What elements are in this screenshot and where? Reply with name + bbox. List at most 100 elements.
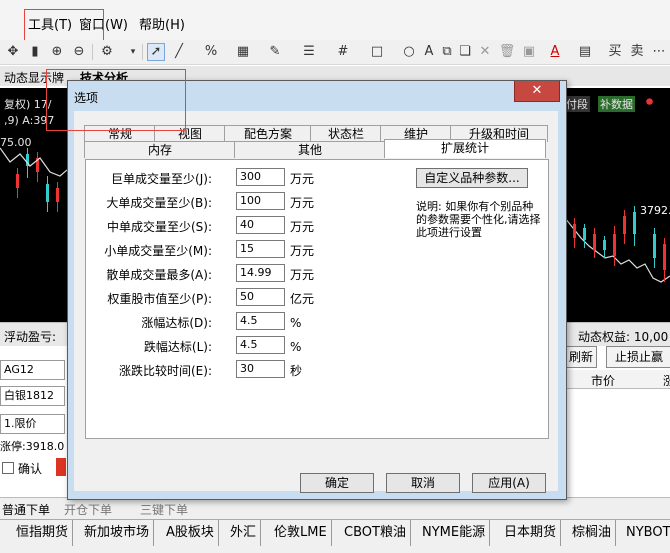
field-label: 权重股市值至少(P):	[107, 292, 212, 306]
refresh-button[interactable]: 刷新	[565, 346, 597, 368]
market-tab[interactable]: 外汇	[226, 520, 262, 546]
circle-icon[interactable]: ○	[400, 43, 418, 61]
apply-button[interactable]: 应用(A)	[472, 473, 546, 493]
right-ma-line	[565, 217, 670, 283]
market-tabs: 恒指期货 新加坡市场 A股板块 外汇 伦敦LME CBOT粮油 NYME能源 日…	[0, 519, 670, 553]
contract-name-field[interactable]: 白银1812	[0, 386, 65, 406]
candle	[593, 234, 596, 250]
lock-icon[interactable]: ▣	[520, 43, 538, 61]
red-indicator	[56, 458, 66, 476]
compare-time-input[interactable]: 30	[236, 360, 285, 378]
delete-icon[interactable]: ✕	[476, 43, 494, 61]
field-label: 涨幅达标(D):	[141, 316, 212, 330]
candle	[613, 234, 616, 256]
market-tab[interactable]: 新加坡市场	[80, 520, 155, 546]
market-tab[interactable]: NYME能源	[418, 520, 491, 546]
line-icon[interactable]: ╱	[170, 43, 188, 61]
bars-icon[interactable]: ▮	[26, 43, 44, 61]
dynamic-equity-label: 动态权益: 10,00	[578, 330, 669, 344]
highlight-annotation	[24, 9, 104, 41]
field-label: 跌幅达标(L):	[143, 340, 212, 354]
group-icon[interactable]: ❏	[456, 43, 474, 61]
save-icon[interactable]: ▤	[576, 43, 594, 61]
cancel-button[interactable]: 取消	[386, 473, 460, 493]
limit-price-text: 涨停:3918.0	[0, 440, 65, 453]
market-tab[interactable]: CBOT粮油	[340, 520, 411, 546]
close-icon[interactable]: ✕	[514, 81, 560, 102]
small-order-input[interactable]: 15	[236, 240, 285, 258]
more-icon[interactable]: ⋯	[650, 43, 668, 61]
candle	[583, 228, 586, 240]
field-unit: 亿元	[290, 292, 315, 306]
weight-stock-input[interactable]: 50	[236, 288, 285, 306]
retail-order-input[interactable]: 14.99	[236, 264, 285, 282]
candle	[623, 216, 626, 234]
field-label: 大单成交量至少(B):	[106, 196, 212, 210]
font-color-icon[interactable]: A	[546, 43, 564, 61]
large-order-input[interactable]: 100	[236, 192, 285, 210]
floating-pnl-label: 浮动盈亏:	[4, 330, 57, 344]
confirm-checkbox[interactable]	[2, 462, 14, 474]
market-tab[interactable]: 伦敦LME	[270, 520, 332, 546]
candle	[573, 224, 576, 238]
tab-memory[interactable]: 内存	[84, 141, 236, 158]
tab-row-2: 内存 其他 扩展统计	[84, 139, 554, 158]
copy-icon[interactable]: ⧉	[438, 43, 456, 61]
huge-order-input[interactable]: 300	[236, 168, 285, 186]
ruler-icon[interactable]: ▦	[234, 43, 252, 61]
tab-other[interactable]: 其他	[234, 141, 386, 158]
text-icon[interactable]: A	[420, 43, 438, 61]
medium-order-input[interactable]: 40	[236, 216, 285, 234]
field-unit: 万元	[290, 268, 315, 282]
market-tab[interactable]: 恒指期货	[12, 520, 74, 546]
confirm-label: 确认	[18, 462, 43, 476]
market-tab[interactable]: 棕榈油	[568, 520, 617, 546]
trash-icon[interactable]: 🗑	[498, 43, 516, 61]
contract-code-input[interactable]: AG12	[0, 360, 65, 380]
field-unit: 万元	[290, 244, 315, 258]
grid-icon[interactable]: #	[334, 43, 352, 61]
extended-stats-panel: 巨单成交量至少(J): 300 万元 大单成交量至少(B): 100 万元 中单…	[85, 159, 549, 439]
tab-open-order[interactable]: 开仓下单	[64, 501, 112, 518]
buy-button[interactable]: 买	[606, 43, 624, 61]
zoom-in-icon[interactable]: ⊕	[48, 43, 66, 61]
market-tab[interactable]: A股板块	[162, 520, 219, 546]
tab-three-key-order[interactable]: 三键下单	[140, 501, 188, 518]
zoom-out-icon[interactable]: ⊖	[70, 43, 88, 61]
sell-button[interactable]: 卖	[628, 43, 646, 61]
positions-header: 市价 涨	[565, 370, 670, 389]
order-type-select[interactable]: 1.限价	[0, 414, 65, 434]
market-tab[interactable]: 日本期货	[500, 520, 562, 546]
tab-normal-order[interactable]: 普通下单	[2, 501, 50, 518]
cursor-icon[interactable]: ➚	[147, 43, 165, 61]
tab-extended-stats[interactable]: 扩展统计	[384, 139, 546, 158]
tab-color-scheme[interactable]: 配色方案	[224, 125, 312, 142]
chevron-down-icon[interactable]: ▾	[124, 43, 142, 61]
stop-loss-button[interactable]: 止损止赢	[606, 346, 670, 368]
candle	[603, 240, 606, 250]
field-unit: 万元	[290, 172, 315, 186]
menu-help[interactable]: 帮助(H)	[139, 14, 185, 33]
description-text: 说明: 如果你有个别品种的参数需要个性化,请选择此项进行设置	[416, 200, 541, 239]
field-unit: %	[290, 316, 302, 330]
options-dialog: 选项 ✕ 常规 视图 配色方案 状态栏 维护 升级和时间 内存 其他 扩展统计 …	[67, 80, 567, 500]
tab-status-bar[interactable]: 状态栏	[310, 125, 382, 142]
field-label: 中单成交量至少(S):	[106, 220, 212, 234]
field-unit: 万元	[290, 196, 315, 210]
candle	[663, 244, 666, 270]
horizontal-lines-icon[interactable]: ☰	[300, 43, 318, 61]
field-label: 散单成交量最多(A):	[106, 268, 212, 282]
market-tab[interactable]: NYBOT	[622, 520, 670, 546]
ok-button[interactable]: 确定	[300, 473, 374, 493]
fall-threshold-input[interactable]: 4.5	[236, 336, 285, 354]
pen-icon[interactable]: ✎	[266, 43, 284, 61]
rise-threshold-input[interactable]: 4.5	[236, 312, 285, 330]
rectangle-icon[interactable]: □	[368, 43, 386, 61]
move-icon[interactable]: ✥	[4, 43, 22, 61]
custom-params-button[interactable]: 自定义品种参数...	[416, 168, 528, 188]
field-label: 涨跌比较时间(E):	[119, 364, 212, 378]
percent-icon[interactable]: %	[202, 43, 220, 61]
field-unit: %	[290, 340, 302, 354]
settings-icon[interactable]: ⚙	[98, 43, 116, 61]
field-unit: 秒	[290, 364, 303, 378]
